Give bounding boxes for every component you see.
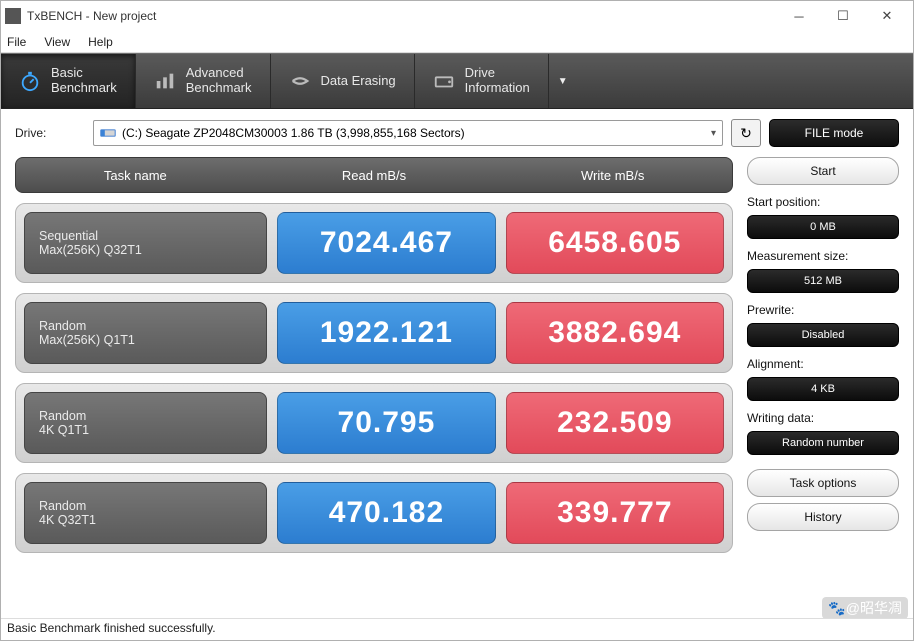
alignment-label: Alignment:	[747, 357, 899, 371]
col-write: Write mB/s	[493, 168, 732, 183]
task-cell[interactable]: Random 4K Q1T1	[24, 392, 267, 454]
start-position-value[interactable]: 0 MB	[747, 215, 899, 239]
tab-label: Data Erasing	[321, 74, 396, 89]
table-row: Random 4K Q1T1 70.795 232.509	[15, 383, 733, 463]
disk-icon	[100, 127, 116, 139]
refresh-button[interactable]: ↻	[731, 119, 761, 147]
read-value: 470.182	[277, 482, 495, 544]
tab-label: Advanced Benchmark	[186, 66, 252, 96]
prewrite-label: Prewrite:	[747, 303, 899, 317]
write-value: 6458.605	[506, 212, 724, 274]
col-read: Read mB/s	[255, 168, 494, 183]
table-row: Sequential Max(256K) Q32T1 7024.467 6458…	[15, 203, 733, 283]
task-cell[interactable]: Random Max(256K) Q1T1	[24, 302, 267, 364]
write-value: 339.777	[506, 482, 724, 544]
chevron-down-icon: ▾	[711, 128, 716, 139]
history-button[interactable]: History	[747, 503, 899, 531]
close-button[interactable]: ✕	[865, 2, 909, 30]
task-cell[interactable]: Random 4K Q32T1	[24, 482, 267, 544]
table-row: Random Max(256K) Q1T1 1922.121 3882.694	[15, 293, 733, 373]
writing-data-label: Writing data:	[747, 411, 899, 425]
drive-label: Drive:	[15, 126, 85, 140]
col-task: Task name	[16, 168, 255, 183]
bars-icon	[154, 70, 176, 92]
status-bar: Basic Benchmark finished successfully.	[1, 618, 913, 640]
tab-data-erasing[interactable]: Data Erasing	[271, 54, 415, 108]
write-value: 232.509	[506, 392, 724, 454]
drive-icon	[433, 70, 455, 92]
app-window: TxBENCH - New project ─ ☐ ✕ File View He…	[0, 0, 914, 641]
minimize-button[interactable]: ─	[777, 2, 821, 30]
task-options-button[interactable]: Task options	[747, 469, 899, 497]
file-mode-button[interactable]: FILE mode	[769, 119, 899, 147]
write-value: 3882.694	[506, 302, 724, 364]
menu-help[interactable]: Help	[88, 35, 113, 49]
read-value: 70.795	[277, 392, 495, 454]
task-cell[interactable]: Sequential Max(256K) Q32T1	[24, 212, 267, 274]
measurement-size-value[interactable]: 512 MB	[747, 269, 899, 293]
menu-view[interactable]: View	[44, 35, 70, 49]
window-controls: ─ ☐ ✕	[777, 2, 909, 30]
measurement-size-label: Measurement size:	[747, 249, 899, 263]
titlebar: TxBENCH - New project ─ ☐ ✕	[1, 1, 913, 31]
prewrite-value[interactable]: Disabled	[747, 323, 899, 347]
drive-select[interactable]: (C:) Seagate ZP2048CM30003 1.86 TB (3,99…	[93, 120, 723, 146]
writing-data-value[interactable]: Random number	[747, 431, 899, 455]
tab-drive-information[interactable]: Drive Information	[415, 54, 549, 108]
results-header: Task name Read mB/s Write mB/s	[15, 157, 733, 193]
tab-label: Basic Benchmark	[51, 66, 117, 96]
tab-label: Drive Information	[465, 66, 530, 96]
menu-file[interactable]: File	[7, 35, 26, 49]
read-value: 7024.467	[277, 212, 495, 274]
refresh-icon: ↻	[740, 125, 752, 142]
table-row: Random 4K Q32T1 470.182 339.777	[15, 473, 733, 553]
stopwatch-icon	[19, 70, 41, 92]
toolbar-overflow[interactable]: ▼	[549, 54, 577, 108]
app-icon	[5, 8, 21, 24]
menu-bar: File View Help	[1, 31, 913, 53]
window-title: TxBENCH - New project	[27, 9, 777, 23]
maximize-button[interactable]: ☐	[821, 2, 865, 30]
tab-basic-benchmark[interactable]: Basic Benchmark	[1, 54, 136, 108]
main-content: Task name Read mB/s Write mB/s Sequentia…	[1, 157, 913, 618]
start-button[interactable]: Start	[747, 157, 899, 185]
erase-icon	[289, 70, 311, 92]
start-position-label: Start position:	[747, 195, 899, 209]
results-table: Task name Read mB/s Write mB/s Sequentia…	[15, 157, 733, 614]
read-value: 1922.121	[277, 302, 495, 364]
tab-advanced-benchmark[interactable]: Advanced Benchmark	[136, 54, 271, 108]
alignment-value[interactable]: 4 KB	[747, 377, 899, 401]
side-panel: Start Start position: 0 MB Measurement s…	[747, 157, 899, 614]
drive-row: Drive: (C:) Seagate ZP2048CM30003 1.86 T…	[1, 109, 913, 157]
drive-text: (C:) Seagate ZP2048CM30003 1.86 TB (3,99…	[122, 126, 465, 140]
toolbar: Basic Benchmark Advanced Benchmark Data …	[1, 53, 913, 109]
